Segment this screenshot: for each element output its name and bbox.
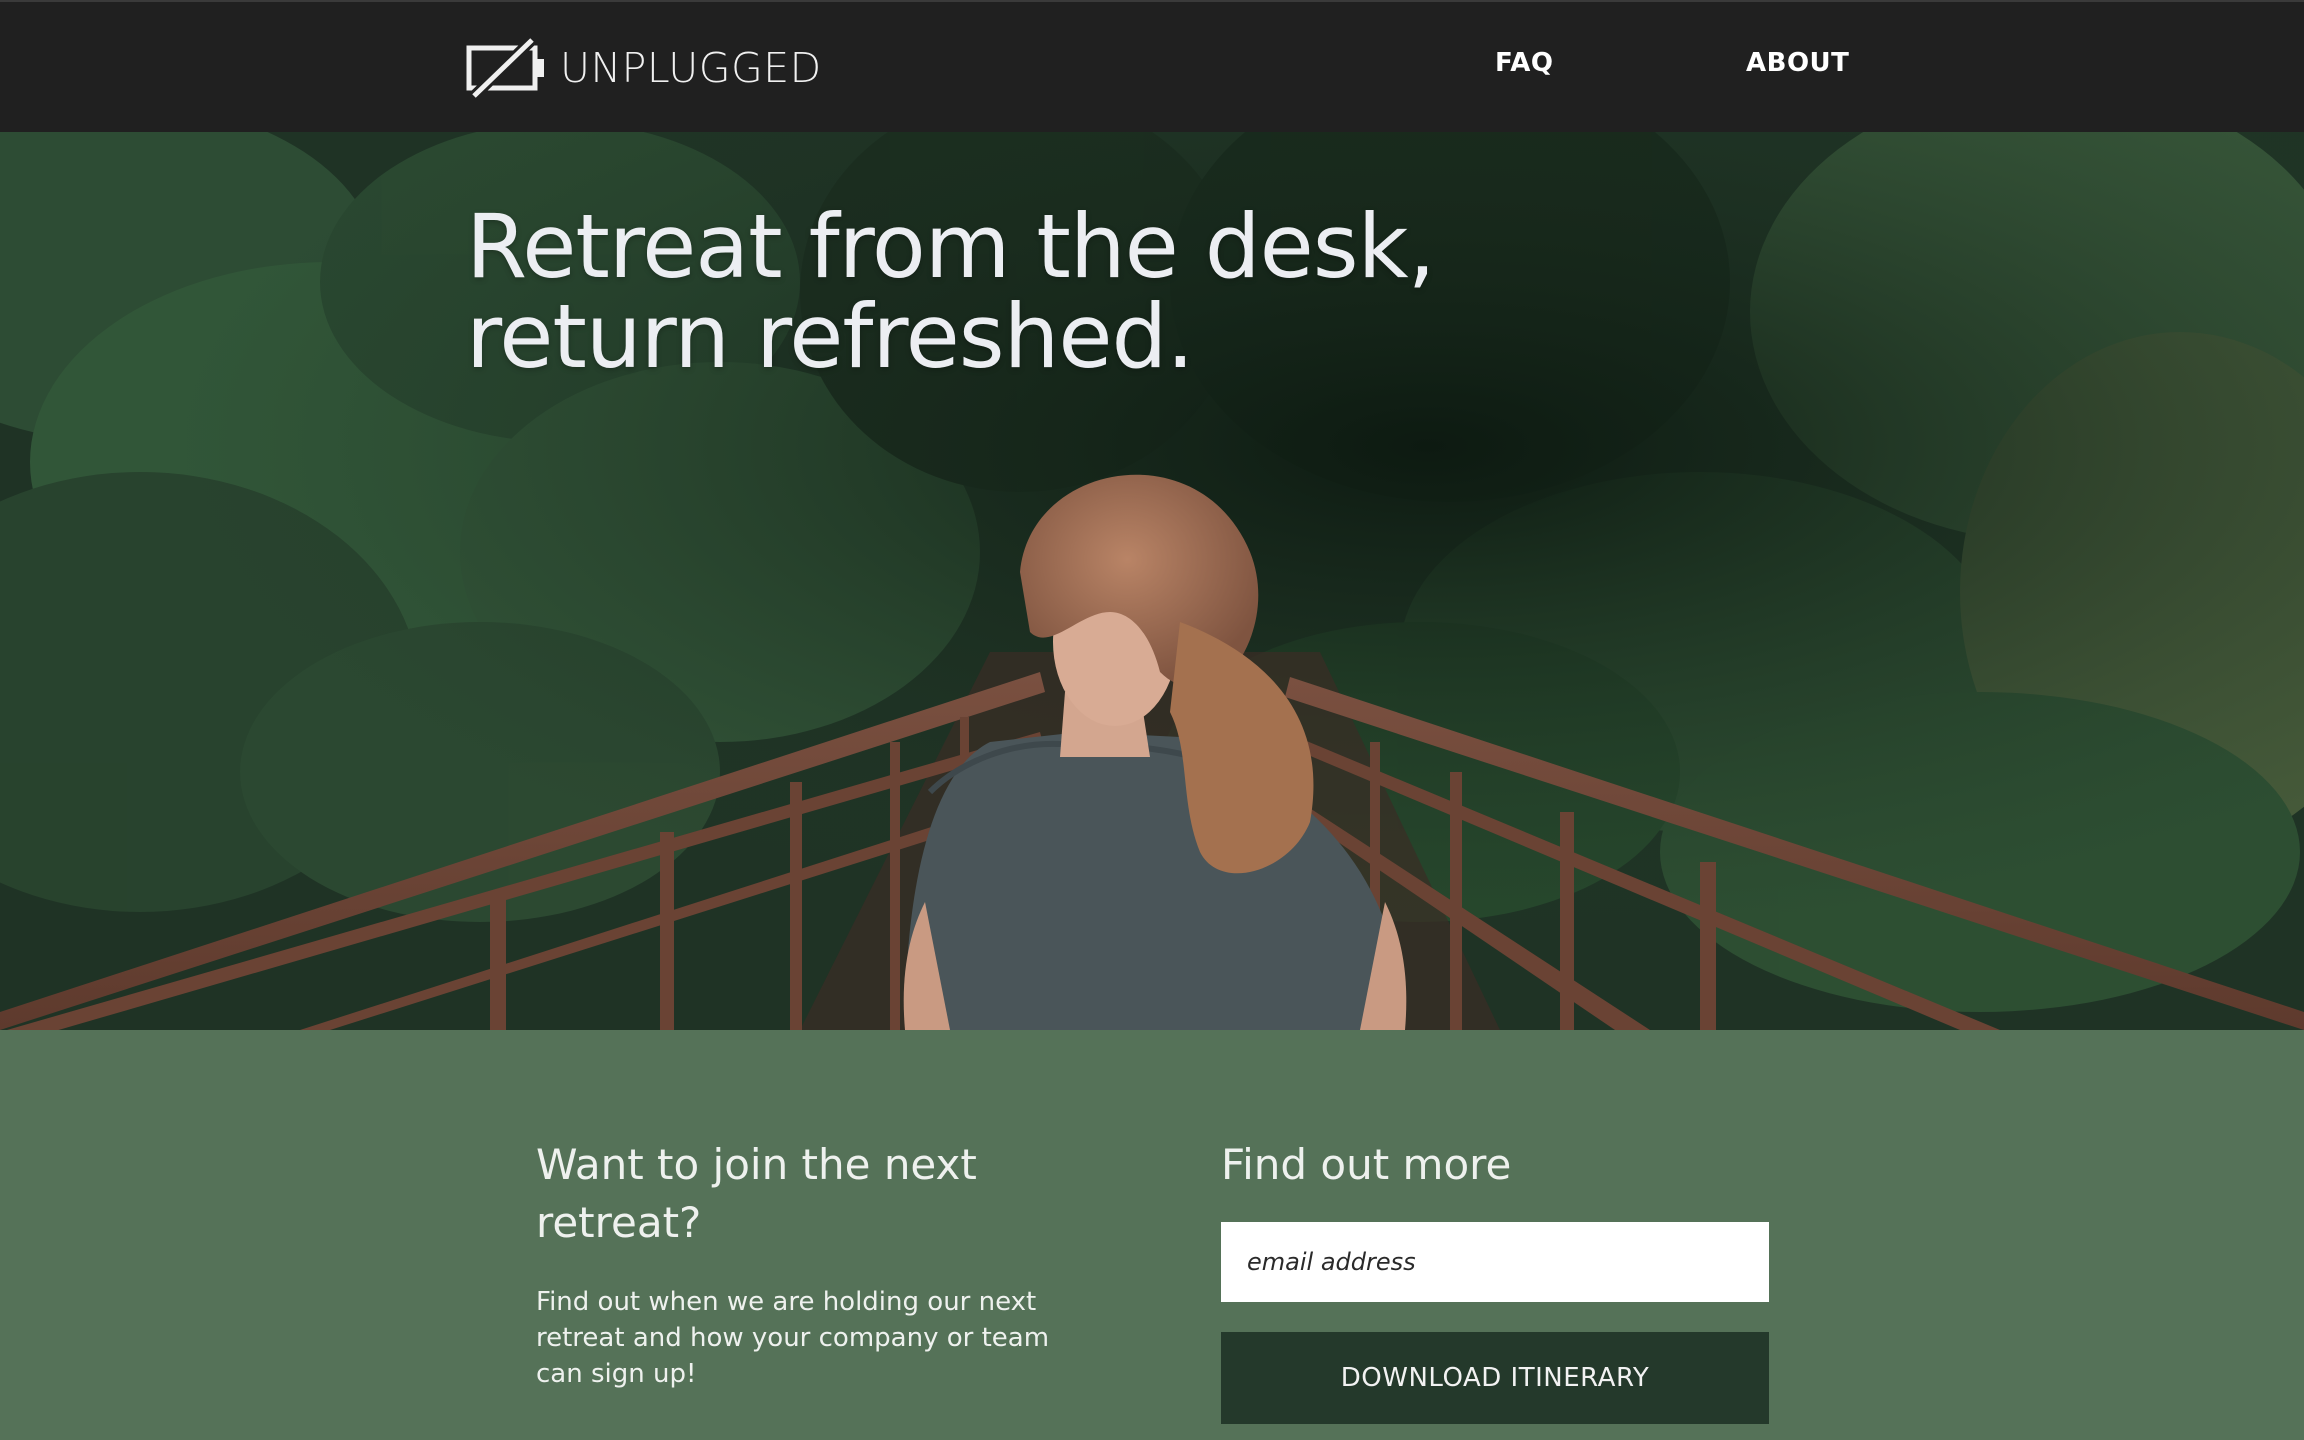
nav-link-about[interactable]: ABOUT xyxy=(1746,48,1849,78)
find-out-more-heading: Find out more xyxy=(1221,1140,1512,1189)
battery-off-icon xyxy=(466,36,544,100)
hero-headline-line-1: Retreat from the desk, xyxy=(466,195,1436,298)
nav-link-faq[interactable]: FAQ xyxy=(1495,48,1554,78)
brand-name: UNPLUGGED xyxy=(560,44,822,92)
hero-headline-line-2: return refreshed. xyxy=(466,285,1194,388)
join-retreat-description: Find out when we are holding our next re… xyxy=(536,1287,1050,1389)
email-field[interactable] xyxy=(1221,1222,1769,1302)
join-retreat-column: Want to join the next retreat? Find out … xyxy=(536,1136,1076,1392)
join-retreat-heading: Want to join the next retreat? xyxy=(536,1140,977,1247)
top-navigation-bar: UNPLUGGED FAQ ABOUT xyxy=(0,0,2304,132)
hero-section: Retreat from the desk, return refreshed. xyxy=(0,132,2304,1030)
hero-headline: Retreat from the desk, return refreshed. xyxy=(466,195,1436,388)
download-itinerary-button[interactable]: DOWNLOAD ITINERARY xyxy=(1221,1332,1769,1424)
brand-logo-link[interactable]: UNPLUGGED xyxy=(466,36,822,100)
signup-section: Want to join the next retreat? Find out … xyxy=(0,1030,2304,1440)
find-out-more-column: Find out more DOWNLOAD ITINERARY xyxy=(1221,1136,1769,1424)
